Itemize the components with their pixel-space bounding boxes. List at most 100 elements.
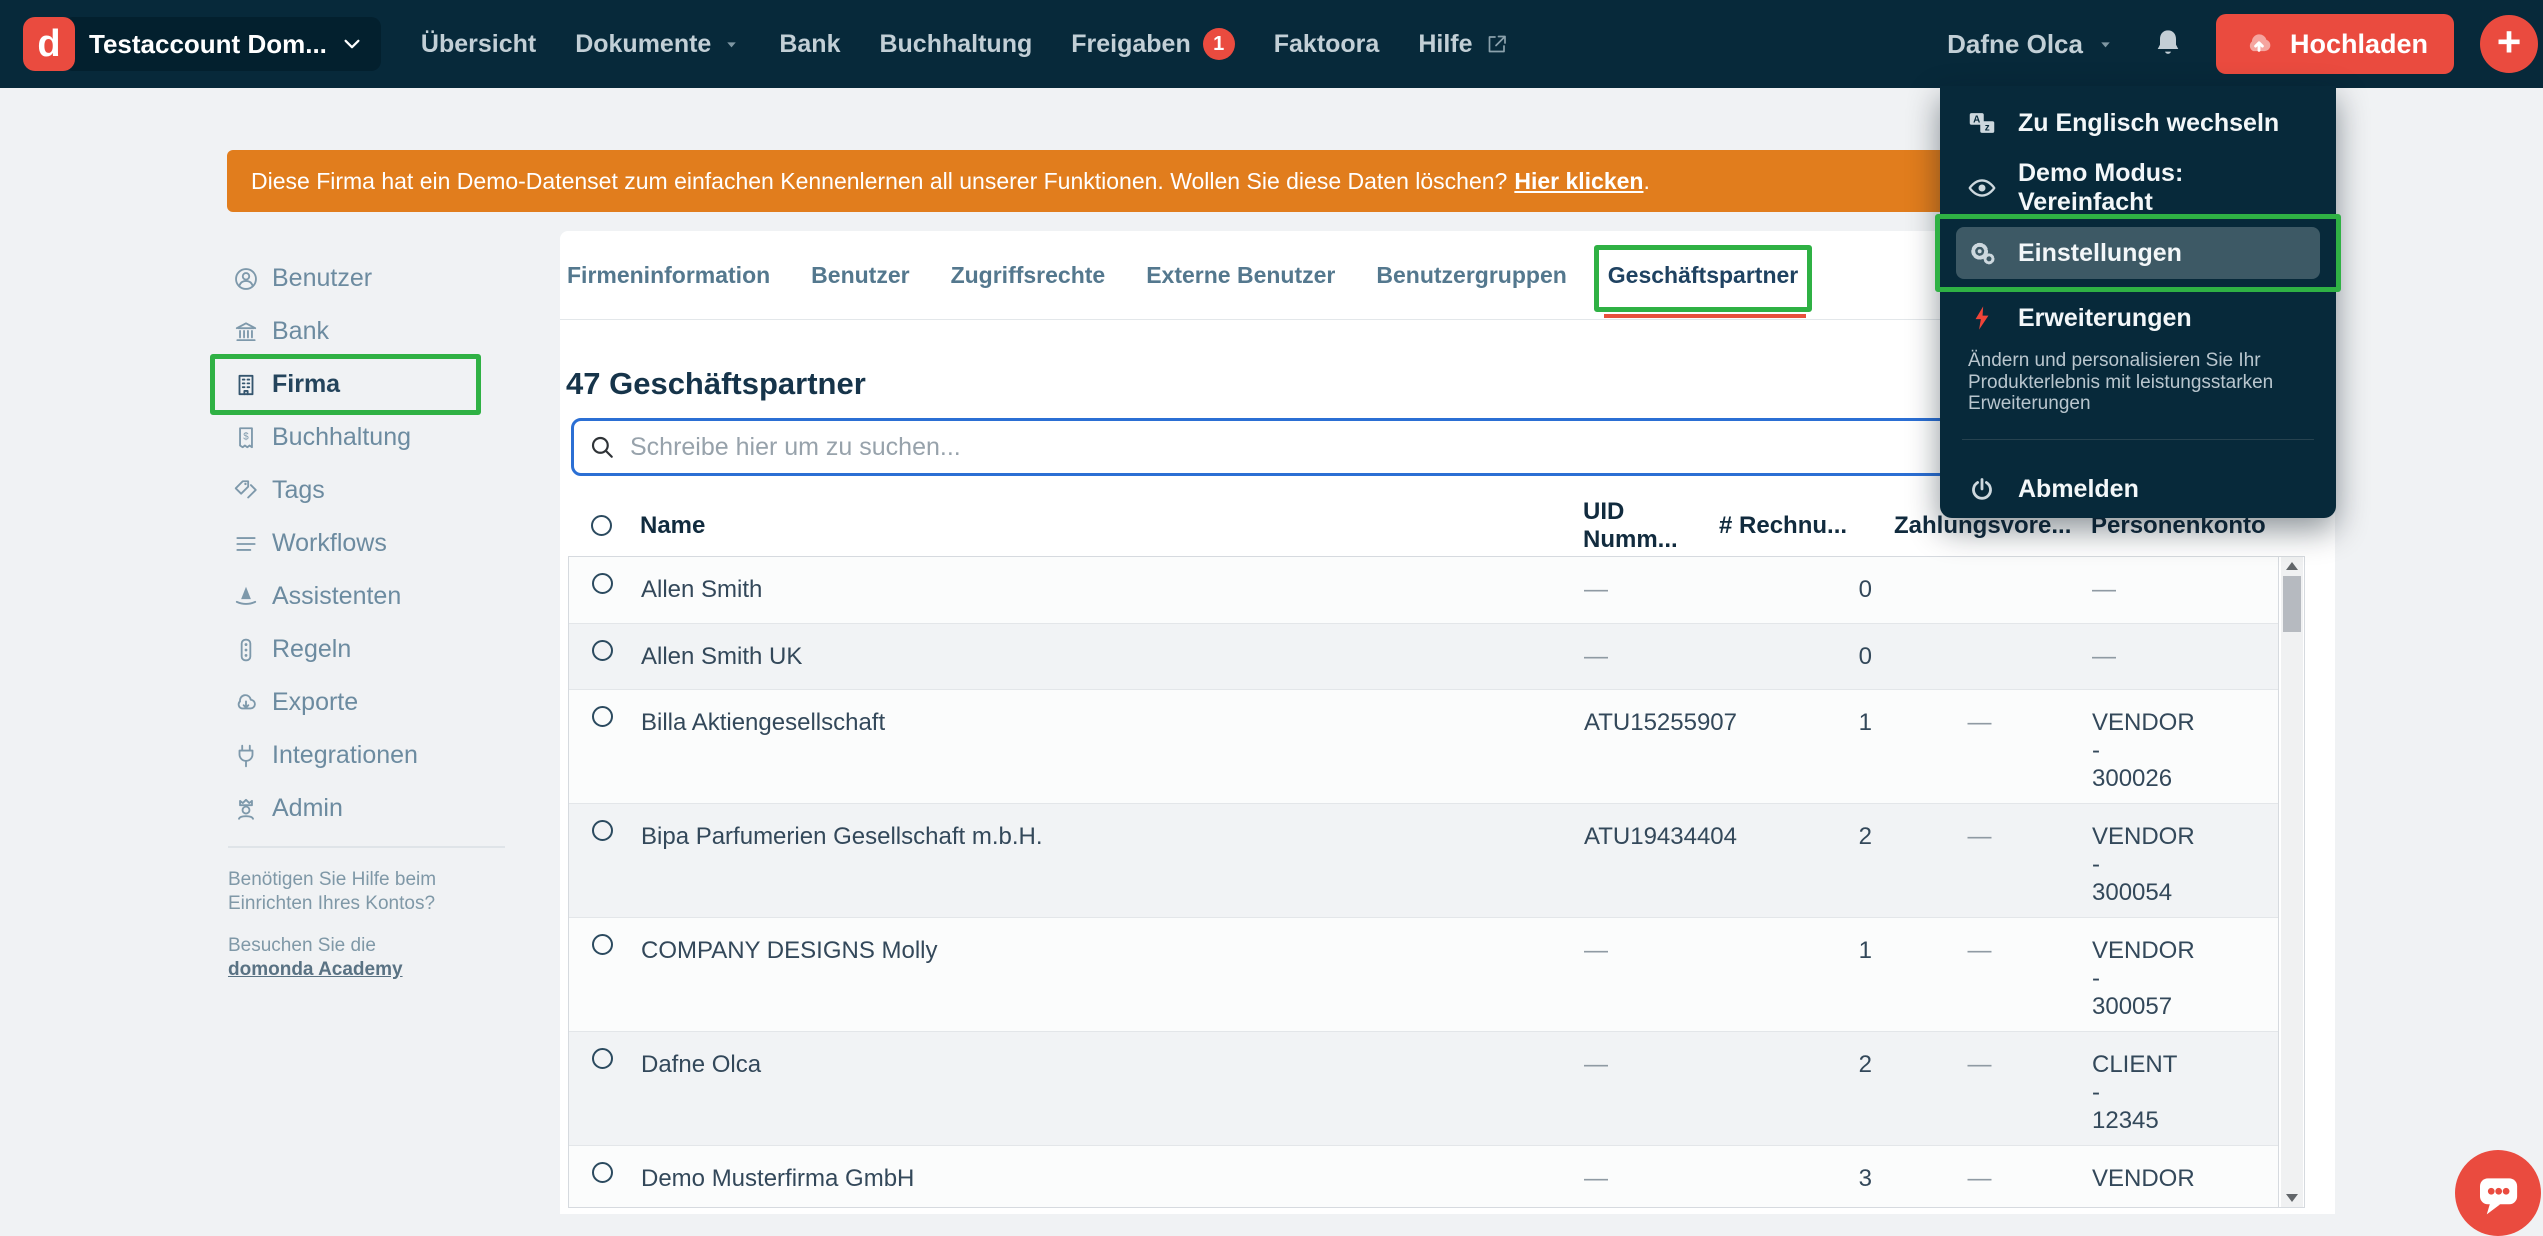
add-button[interactable]: + (2480, 15, 2538, 73)
nav-item-freigaben[interactable]: Freigaben1 (1071, 28, 1234, 60)
table-row-bipa-parfumerien-gesellschaft-m-b-h[interactable]: Bipa Parfumerien Gesellschaft m.b.H.ATU1… (569, 803, 2278, 917)
cell-name: Dafne Olca (633, 1032, 1576, 1145)
table-row-demo-musterfirma-gmbh[interactable]: Demo Musterfirma GmbH—3—VENDOR (569, 1145, 2278, 1208)
upload-button[interactable]: Hochladen (2216, 14, 2454, 74)
table-row-billa-aktiengesellschaft[interactable]: Billa AktiengesellschaftATU152559071—VEN… (569, 689, 2278, 803)
tab-externe-benutzer[interactable]: Externe Benutzer (1146, 231, 1335, 320)
column-header-rechnu[interactable]: # Rechnu... (1719, 512, 1874, 540)
row-select-radio[interactable] (592, 934, 613, 955)
banner-link[interactable]: Hier klicken (1514, 168, 1643, 195)
sidebar-item-exporte[interactable]: Exporte (210, 676, 481, 729)
cell-personal-account: CLIENT-12345 (2084, 1032, 2278, 1145)
scroll-down-arrow[interactable] (2281, 1189, 2303, 1207)
row-select-radio[interactable] (592, 820, 613, 841)
scroll-up-arrow[interactable] (2281, 557, 2303, 575)
banner-text-suffix: . (1643, 168, 1649, 195)
nav-item-bersicht[interactable]: Übersicht (421, 30, 536, 59)
active-tab-underline (1604, 314, 1806, 318)
sidebar-item-label: Buchhaltung (272, 423, 411, 452)
bolt-icon (1968, 304, 1996, 332)
tab-zugriffsrechte[interactable]: Zugriffsrechte (951, 231, 1106, 320)
banner-text: Diese Firma hat ein Demo-Datenset zum ei… (251, 168, 1507, 195)
nav-item-faktoora[interactable]: Faktoora (1274, 30, 1380, 59)
sidebar-item-benutzer[interactable]: Benutzer (210, 252, 481, 305)
table-row-company-designs-molly[interactable]: COMPANY DESIGNS Molly—1—VENDOR-300057 (569, 917, 2278, 1031)
workflows-icon (233, 531, 259, 557)
nav-item-buchhaltung[interactable]: Buchhaltung (879, 30, 1032, 59)
row-select-radio[interactable] (592, 1162, 613, 1183)
sidebar-item-label: Workflows (272, 529, 387, 558)
nav-item-bank[interactable]: Bank (779, 30, 840, 59)
cell-invoice-count: 3 (1720, 1146, 1875, 1208)
tab-label: Zugriffsrechte (951, 262, 1106, 289)
account-line: - (2092, 1079, 2278, 1107)
domonda-logo[interactable]: d (23, 17, 75, 71)
sidebar-item-admin[interactable]: Admin (210, 782, 481, 835)
column-header-name[interactable]: Name (632, 512, 1575, 540)
chat-support-button[interactable] (2455, 1150, 2541, 1236)
nav-item-hilfe[interactable]: Hilfe (1418, 30, 1508, 59)
notifications-button[interactable] (2146, 26, 2190, 63)
row-select-radio[interactable] (592, 1048, 613, 1069)
row-select-radio[interactable] (592, 640, 613, 661)
cell-payment-terms: — (1875, 1146, 2084, 1208)
power-icon (1968, 476, 1996, 504)
cell-invoice-count: 0 (1720, 557, 1875, 623)
cell-personal-account: VENDOR (2084, 1146, 2278, 1208)
menu-item-demo-modus-vereinfacht[interactable]: Demo Modus: Vereinfacht (1956, 162, 2320, 214)
tab-benutzer[interactable]: Benutzer (811, 231, 909, 320)
sidebar-item-regeln[interactable]: Regeln (210, 623, 481, 676)
tab-firmeninformation[interactable]: Firmeninformation (567, 231, 770, 320)
domonda-academy-link[interactable]: domonda Academy (228, 959, 403, 980)
row-select-radio[interactable] (592, 573, 613, 594)
row-select-radio[interactable] (592, 706, 613, 727)
cell-payment-terms (1875, 557, 2084, 623)
select-all-radio[interactable] (591, 515, 612, 536)
plug-icon (233, 743, 259, 769)
menu-item-zu-englisch-wechseln[interactable]: AzZu Englisch wechseln (1956, 97, 2320, 149)
menu-item-einstellungen[interactable]: Einstellungen (1956, 227, 2320, 279)
search-icon (589, 434, 615, 460)
chevron-down-icon (341, 33, 363, 55)
cell-invoice-count: 0 (1720, 624, 1875, 689)
sidebar-item-tags[interactable]: Tags (210, 464, 481, 517)
user-menu-trigger[interactable]: Dafne Olca (1941, 28, 2120, 61)
account-line: VENDOR (2092, 937, 2278, 965)
nav-item-label: Bank (779, 30, 840, 59)
cloud-upload-icon (2242, 27, 2276, 61)
sidebar-item-label: Admin (272, 794, 343, 823)
menu-item-abmelden[interactable]: Abmelden (1956, 464, 2320, 516)
cell-name: Allen Smith UK (633, 624, 1576, 689)
company-selector[interactable]: Testaccount Dom... (63, 17, 381, 71)
nav-item-dokumente[interactable]: Dokumente (575, 30, 740, 59)
table-body: Allen Smith—0—Allen Smith UK—0—Billa Akt… (568, 556, 2305, 1208)
table-scrollbar[interactable] (2281, 557, 2303, 1207)
cell-name: Billa Aktiengesellschaft (633, 690, 1576, 803)
account-line: 300057 (2092, 993, 2278, 1021)
sidebar-item-firma[interactable]: Firma (210, 358, 481, 411)
tab-gesch-ftspartner[interactable]: Geschäftspartner (1608, 231, 1798, 320)
brand: d Testaccount Dom... (23, 17, 381, 71)
sidebar-help: Benötigen Sie Hilfe beim Einrichten Ihre… (228, 868, 510, 982)
top-navigation-bar: d Testaccount Dom... Übersicht Dokumente B… (0, 0, 2543, 88)
table-row-dafne-olca[interactable]: Dafne Olca—2—CLIENT-12345 (569, 1031, 2278, 1145)
sidebar-item-assistenten[interactable]: Assistenten (210, 570, 481, 623)
column-header-uid-numm[interactable]: UID Numm... (1575, 498, 1719, 554)
bank-icon (233, 319, 259, 345)
scrollbar-thumb[interactable] (2283, 576, 2301, 632)
cell-personal-account: — (2084, 557, 2278, 623)
table-row-allen-smith-uk[interactable]: Allen Smith UK—0— (569, 623, 2278, 689)
sidebar-item-workflows[interactable]: Workflows (210, 517, 481, 570)
tab-label: Geschäftspartner (1608, 262, 1798, 289)
tab-benutzergruppen[interactable]: Benutzergruppen (1376, 231, 1566, 320)
cell-invoice-count: 1 (1720, 918, 1875, 1031)
menu-item-erweiterungen[interactable]: Erweiterungen (1956, 292, 2320, 344)
caret-down-icon (2097, 36, 2114, 53)
sidebar-item-integrationen[interactable]: Integrationen (210, 729, 481, 782)
nav-item-label: Hilfe (1418, 30, 1472, 59)
cell-personal-account: — (2084, 624, 2278, 689)
sidebar-item-buchhaltung[interactable]: $Buchhaltung (210, 411, 481, 464)
table-row-allen-smith[interactable]: Allen Smith—0— (569, 557, 2278, 623)
cell-invoice-count: 1 (1720, 690, 1875, 803)
sidebar-item-bank[interactable]: Bank (210, 305, 481, 358)
